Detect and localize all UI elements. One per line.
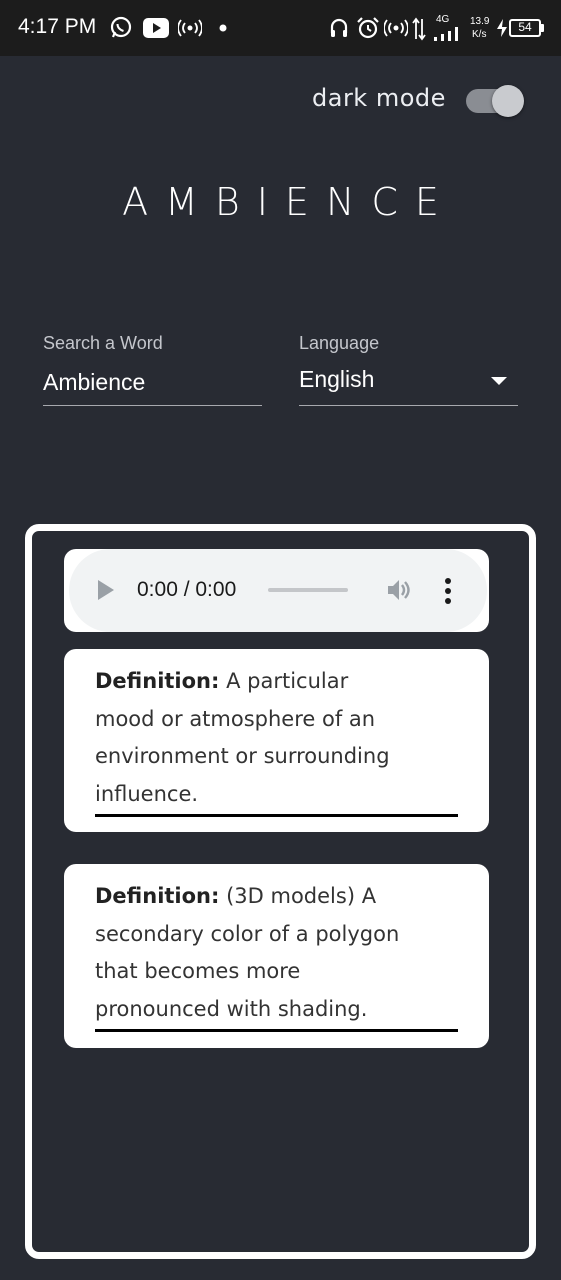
youtube-icon — [143, 18, 169, 38]
definition-text: Definition: (3D models) A secondary colo… — [95, 878, 460, 1028]
audio-time: 0:00 / 0:00 — [137, 578, 237, 601]
definition-divider — [95, 814, 458, 817]
net-speed-unit: K/s — [472, 29, 487, 40]
language-select[interactable]: English — [299, 366, 518, 400]
signal-icon — [434, 27, 458, 41]
battery-icon: 54 — [509, 19, 541, 37]
definition-line: influence. — [95, 781, 199, 806]
definition-prefix: Definition: — [95, 669, 220, 693]
definition-line: that becomes more — [95, 959, 301, 983]
search-label: Search a Word — [43, 333, 163, 353]
chevron-down-icon[interactable] — [491, 377, 507, 385]
battery-level: 54 — [518, 20, 532, 34]
language-label: Language — [299, 333, 380, 353]
dark-mode-label: dark mode — [312, 84, 446, 112]
audio-progress-slider[interactable] — [268, 588, 348, 592]
definition-prefix: Definition: — [95, 884, 220, 908]
data-arrows-icon — [412, 17, 426, 41]
definition-line: mood or atmosphere of an — [95, 706, 376, 731]
net-speed-value: 13.9 — [470, 16, 490, 27]
play-icon[interactable] — [98, 580, 114, 600]
definition-line: environment or surrounding — [95, 744, 390, 768]
headphones-icon — [330, 18, 348, 37]
dark-mode-toggle-thumb[interactable] — [492, 85, 524, 117]
volume-icon[interactable] — [386, 577, 412, 603]
hotspot-icon — [178, 19, 202, 37]
network-type: 4G — [436, 14, 450, 25]
definition-card: Definition: A particular mood or atmosph… — [64, 649, 489, 832]
hotspot-icon — [384, 19, 408, 37]
charging-icon — [497, 19, 507, 37]
more-options-icon[interactable] — [440, 578, 456, 604]
definition-line: (3D models) A — [226, 884, 377, 908]
search-input[interactable] — [43, 366, 262, 398]
status-bar: 4:17 PM 4G 13.9 K/s 54 — [0, 0, 561, 56]
definition-text: Definition: A particular mood or atmosph… — [95, 663, 460, 813]
battery-tip — [541, 24, 544, 32]
status-time: 4:17 PM — [18, 15, 97, 38]
definition-divider — [95, 1029, 458, 1032]
definition-line: pronounced with shading. — [95, 996, 368, 1021]
definition-line: secondary color of a polygon — [95, 921, 400, 946]
dot-icon — [219, 24, 227, 32]
language-value: English — [299, 366, 375, 392]
page-title: AMBIENCE — [122, 180, 456, 224]
definition-line: A particular — [226, 669, 349, 693]
alarm-icon — [357, 17, 379, 39]
whatsapp-icon — [110, 16, 132, 38]
search-underline — [43, 405, 262, 406]
language-underline — [299, 405, 518, 406]
definition-card: Definition: (3D models) A secondary colo… — [64, 864, 489, 1048]
